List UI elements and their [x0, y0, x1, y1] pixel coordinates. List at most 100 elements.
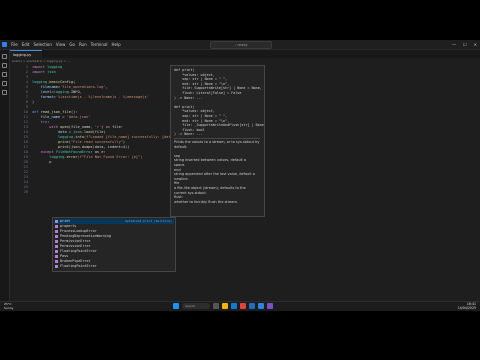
code-line[interactable]: import json — [32, 70, 56, 75]
menu-help[interactable]: Help — [112, 42, 121, 47]
suggestion-label: PermissionError — [60, 244, 91, 248]
weather-widget[interactable]: 25°C Sunny — [4, 302, 13, 310]
line-number: 9 — [25, 105, 28, 109]
code-token: open — [60, 125, 69, 129]
hover-divider — [174, 138, 260, 139]
taskbar-search[interactable]: Search — [182, 303, 210, 309]
suggestion-item[interactable]: PermissionError — [54, 239, 174, 244]
signature-line: ) -> None: ... — [174, 95, 203, 100]
code-token: as e: — [92, 150, 106, 154]
code-token: (f"Loaded {file_name} successfully: {dat… — [83, 135, 180, 139]
line-number: 24 — [23, 180, 28, 184]
run-debug-icon[interactable] — [2, 81, 7, 86]
line-number: 1 — [25, 65, 28, 69]
chrome-icon[interactable] — [240, 303, 246, 309]
window-controls: — ☐ ✕ — [452, 40, 477, 49]
menu-view[interactable]: View — [56, 42, 66, 47]
code-token: ) — [122, 140, 126, 144]
suggestion-label: FloatingPointError — [60, 264, 97, 268]
command-center[interactable]: ⌕ ready — [210, 41, 272, 49]
code-token: def — [32, 110, 41, 114]
source-control-icon[interactable] — [2, 72, 7, 77]
code-token: .INFO, — [68, 90, 82, 94]
explorer-icon[interactable] — [2, 54, 7, 59]
code-token: json — [73, 130, 82, 134]
code-token: json — [47, 70, 56, 74]
autocomplete-suggestions[interactable]: print Optimized print (builtins) property P… — [52, 217, 176, 272]
code-line[interactable]: p — [32, 160, 51, 165]
vscode-window: File Edit Selection View Go Run Terminal… — [0, 40, 480, 310]
line-number: 26 — [23, 190, 28, 194]
line-number: 14 — [23, 130, 28, 134]
code-token: (file) — [92, 130, 106, 134]
menu-selection[interactable]: Selection — [33, 42, 51, 47]
code-token: info — [75, 135, 84, 139]
editor-tabs: logging.py — [10, 50, 480, 58]
maximize-button[interactable]: ☐ — [463, 42, 467, 47]
code-token: logging — [53, 90, 69, 94]
line-number: 2 — [25, 70, 28, 74]
code-token: FileNotFoundError — [55, 150, 93, 154]
minimize-button[interactable]: — — [452, 42, 456, 47]
code-token: 'data.json' — [66, 115, 91, 119]
app-icon[interactable] — [267, 303, 273, 309]
symbol-icon — [55, 229, 58, 233]
suggestion-item[interactable]: ProcessLookupError — [54, 229, 174, 234]
suggestion-item[interactable]: PermissionError — [54, 244, 174, 249]
suggestion-item[interactable]: FloatingPointError — [54, 249, 174, 254]
menu-edit[interactable]: Edit — [22, 42, 30, 47]
menu-run[interactable]: Run — [79, 42, 87, 47]
code-token: file: — [112, 125, 123, 129]
suggestion-label: FloatingPointError — [60, 249, 97, 253]
menu-terminal[interactable]: Terminal — [91, 42, 108, 47]
suggestion-label: print — [60, 219, 71, 223]
suggestion-label: BrokenPipeError — [60, 259, 91, 263]
vscode-taskbar-icon[interactable] — [258, 303, 264, 309]
code-line[interactable]: ) — [32, 100, 34, 105]
system-tray-clock[interactable]: 16:41 14/04/2025 — [458, 302, 476, 310]
menu-file[interactable]: File — [11, 42, 18, 47]
code-token: print — [32, 145, 69, 149]
code-token: (f"File Not Found Error: {e}") — [77, 155, 143, 159]
line-number: 10 — [23, 110, 28, 114]
line-number: 15 — [23, 135, 28, 139]
suggestion-label: PendingDeprecationWarning — [60, 234, 112, 238]
code-token: ( — [73, 80, 76, 84]
suggestion-item[interactable]: Pass — [54, 254, 174, 259]
code-token: load — [83, 130, 93, 134]
edge-icon[interactable] — [231, 303, 237, 309]
suggestion-item[interactable]: FloatingPointError — [54, 264, 174, 269]
suggestion-item[interactable]: PendingDeprecationWarning — [54, 234, 174, 239]
code-token: p — [32, 160, 52, 164]
start-icon[interactable] — [173, 303, 179, 309]
symbol-icon — [55, 224, 58, 228]
code-token: import — [32, 65, 48, 69]
code-token: read_json_file — [40, 110, 71, 114]
suggestion-item[interactable]: print Optimized print (builtins) — [54, 219, 174, 224]
code-token: logging — [32, 80, 48, 84]
breadcrumb[interactable]: exams > exams4(1) > logging.py > ... — [12, 59, 70, 63]
code-token: (json. — [68, 145, 82, 149]
tab-logging-py[interactable]: logging.py — [10, 50, 42, 58]
line-number: 17 — [23, 145, 28, 149]
symbol-icon — [55, 249, 58, 253]
code-token: logging — [32, 155, 65, 159]
line-number: 3 — [25, 75, 28, 79]
symbol-icon — [55, 264, 58, 268]
menu-go[interactable]: Go — [69, 42, 75, 47]
suggestion-item[interactable]: property — [54, 224, 174, 229]
code-token: (file_name, — [68, 125, 95, 129]
suggestion-detail: Optimized print (builtins) — [125, 219, 172, 223]
symbol-icon — [55, 254, 58, 258]
code-line[interactable]: format='%(asctime)s - %(levelname)s - %(… — [32, 95, 149, 100]
extensions-icon[interactable] — [2, 90, 7, 95]
close-button[interactable]: ✕ — [474, 42, 477, 47]
store-icon[interactable] — [249, 303, 255, 309]
code-token: data — [32, 130, 67, 134]
code-token: : — [47, 120, 50, 124]
task-view-icon[interactable] — [213, 303, 219, 309]
file-explorer-icon[interactable] — [222, 303, 228, 309]
search-icon[interactable] — [2, 63, 7, 68]
signature-line: ) -> None: ... — [174, 132, 203, 137]
suggestion-item[interactable]: BrokenPipeError — [54, 259, 174, 264]
